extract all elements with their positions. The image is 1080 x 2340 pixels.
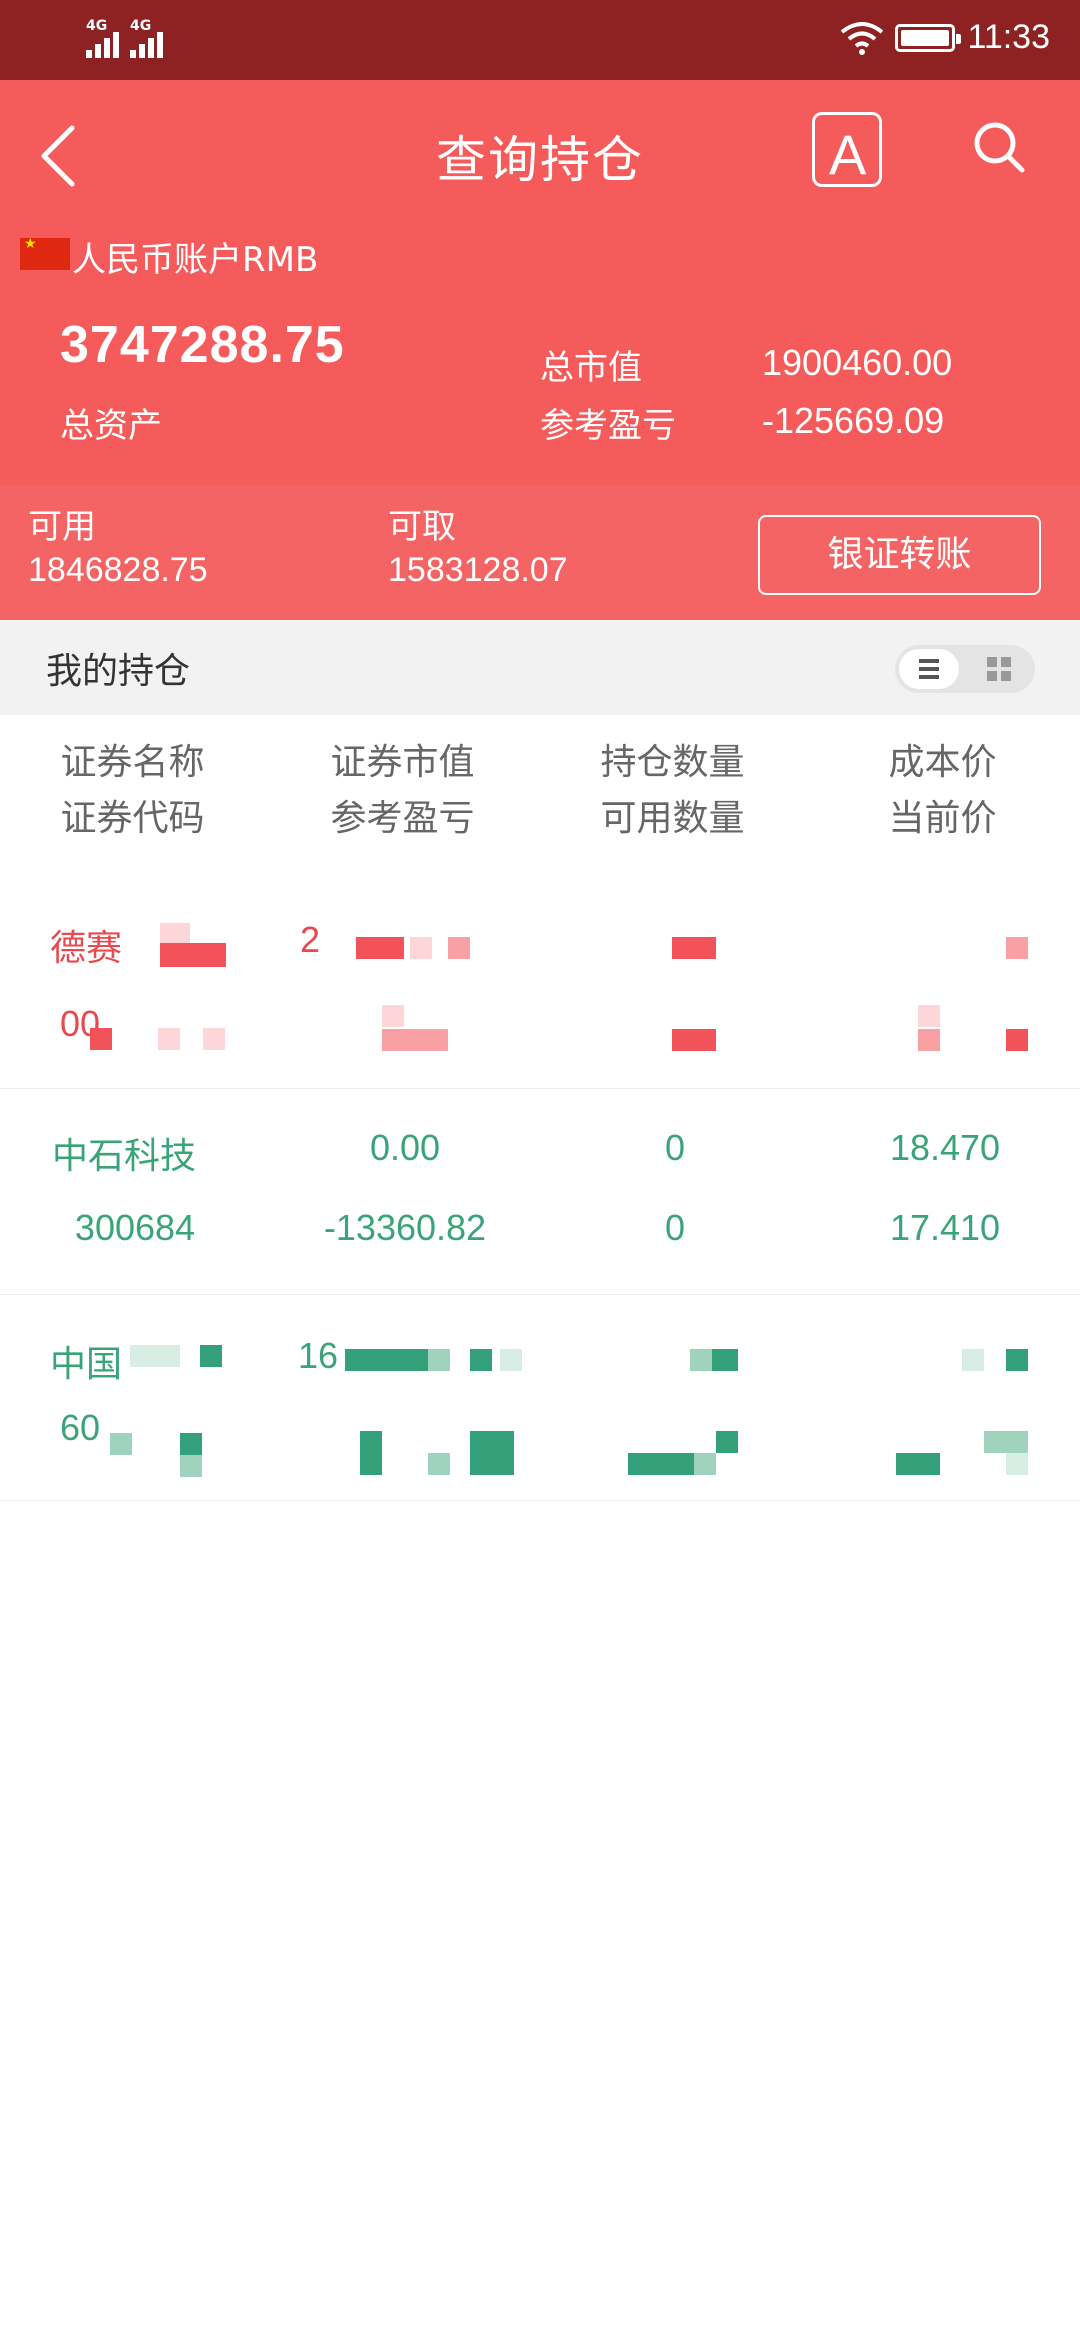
list-view-icon [919, 659, 939, 679]
account-header: 查询持仓 A ★ 人民币账户RMB 3747288.75 总资产 总市值 190… [0, 80, 1080, 485]
total-assets-label: 总资产 [60, 406, 162, 446]
market-value: 2 [300, 919, 321, 960]
current-price: 17.410 [889, 1207, 1001, 1248]
column-header-line1: 证券名称 [60, 742, 205, 783]
account-label: 人民币账户RMB [72, 240, 319, 280]
wifi-icon [840, 22, 884, 55]
cost-price: 18.470 [889, 1127, 1001, 1168]
security-code: 300684 [74, 1207, 196, 1248]
pnl-value: -125669.09 [762, 400, 945, 441]
column-header-value: 证券市值 参考盈亏 [310, 735, 495, 847]
list-view-button[interactable] [899, 649, 959, 689]
column-header-line2: 可用数量 [600, 798, 745, 839]
withdrawable-value: 1583128.07 [388, 551, 568, 589]
signal-strength-icon: 4G [130, 18, 170, 58]
total-assets-value: 3747288.75 [60, 316, 345, 374]
funds-bar: 可用 1846828.75 可取 1583128.07 银证转账 [0, 485, 1080, 620]
status-time: 11:33 [967, 18, 1050, 56]
column-header-name: 证券名称 证券代码 [40, 735, 225, 847]
column-header-quantity: 持仓数量 可用数量 [580, 735, 765, 847]
market-value: 1900460.00 [762, 342, 953, 383]
market-value: 0.00 [369, 1127, 441, 1168]
market-value: 16 [298, 1335, 339, 1376]
column-header-line1: 持仓数量 [600, 742, 745, 783]
pnl-value: -13360.82 [323, 1207, 487, 1248]
position-row[interactable]: 德赛 00 2 [0, 883, 1080, 1089]
column-header-line2: 当前价 [888, 798, 997, 839]
market-value-label: 总市值 [540, 348, 642, 388]
search-icon[interactable] [970, 118, 1030, 178]
position-row[interactable]: 中国 60 16 [0, 1295, 1080, 1501]
page-title: 查询持仓 [436, 131, 644, 189]
column-header-line1: 成本价 [888, 742, 997, 783]
bank-transfer-button[interactable]: 银证转账 [758, 515, 1041, 595]
column-header-line2: 证券代码 [60, 798, 205, 839]
font-size-icon: A [829, 123, 867, 186]
view-toggle[interactable] [895, 645, 1035, 693]
security-code: 60 [60, 1407, 101, 1448]
font-size-button[interactable]: A [812, 112, 882, 187]
positions-section-header: 我的持仓 [0, 620, 1080, 715]
signal-label: 4G [86, 18, 108, 34]
available-value: 1846828.75 [28, 551, 208, 589]
column-header-line2: 参考盈亏 [330, 798, 475, 839]
status-bar: 4G 4G 11:33 [0, 0, 1080, 80]
column-header-line1: 证券市值 [330, 742, 475, 783]
withdrawable-label: 可取 [388, 507, 456, 547]
column-header-price: 成本价 当前价 [850, 735, 1035, 847]
security-name: 中石科技 [52, 1135, 197, 1176]
security-name: 中国 [50, 1343, 123, 1384]
signal-label: 4G [130, 18, 152, 34]
holding-quantity: 0 [664, 1127, 686, 1168]
signal-strength-icon: 4G [86, 18, 126, 58]
available-quantity: 0 [664, 1207, 686, 1248]
china-flag-icon: ★ [20, 236, 70, 270]
pnl-label: 参考盈亏 [540, 406, 676, 446]
section-title: 我的持仓 [46, 651, 191, 692]
position-row[interactable]: 中石科技 300684 0.00 -13360.82 0 0 18.470 17… [0, 1089, 1080, 1295]
grid-view-icon[interactable] [979, 649, 1019, 689]
available-label: 可用 [28, 507, 96, 547]
security-name: 德赛 [50, 927, 123, 968]
battery-icon [895, 24, 961, 52]
